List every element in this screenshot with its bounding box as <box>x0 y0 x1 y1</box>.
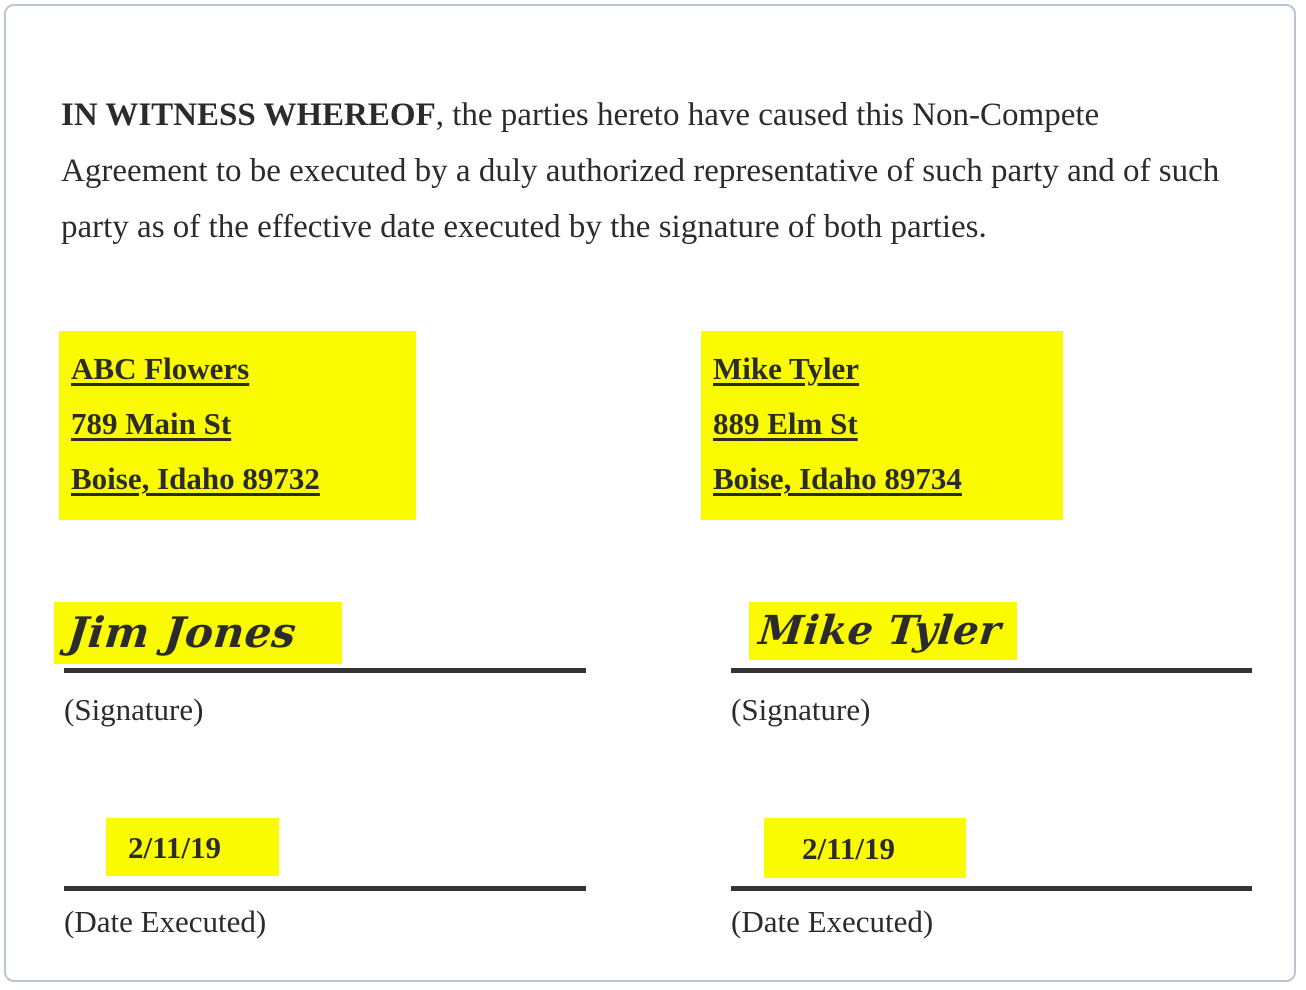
party-block-left: ABC Flowers 789 Main St Boise, Idaho 897… <box>6 6 646 980</box>
address-line-street: 789 Main St <box>71 406 232 441</box>
date-caption-left: (Date Executed) <box>64 904 267 939</box>
address-line-city-state-zip: Boise, Idaho 89734 <box>713 461 962 496</box>
signature-caption-left: (Signature) <box>64 692 204 727</box>
signature-rule-right <box>731 668 1252 673</box>
signature-caption-right: (Signature) <box>731 692 871 727</box>
party-address-right[interactable]: Mike Tyler 889 Elm St Boise, Idaho 89734 <box>701 331 1063 520</box>
address-line-company: ABC Flowers <box>71 351 250 386</box>
date-rule-left <box>64 886 586 891</box>
signature-value-left: Jim Jones <box>65 608 299 657</box>
date-caption-right: (Date Executed) <box>731 904 934 939</box>
date-field-right[interactable]: 2/11/19 <box>764 818 966 878</box>
address-line-city-state-zip: Boise, Idaho 89732 <box>71 461 320 496</box>
date-value-left: 2/11/19 <box>128 829 222 865</box>
party-block-right: Mike Tyler 889 Elm St Boise, Idaho 89734… <box>674 6 1294 980</box>
signature-value-right: Mike Tyler <box>756 607 1004 654</box>
signature-field-left[interactable]: Jim Jones <box>54 602 342 664</box>
party-address-left[interactable]: ABC Flowers 789 Main St Boise, Idaho 897… <box>59 331 416 520</box>
signature-rule-left <box>64 668 586 673</box>
document-page: IN WITNESS WHEREOF, the parties hereto h… <box>4 4 1296 982</box>
signature-field-right[interactable]: Mike Tyler <box>749 602 1017 660</box>
address-line-street: 889 Elm St <box>713 406 858 441</box>
date-rule-right <box>731 886 1252 891</box>
address-line-name: Mike Tyler <box>713 351 860 386</box>
date-value-right: 2/11/19 <box>802 830 896 866</box>
date-field-left[interactable]: 2/11/19 <box>106 818 279 876</box>
